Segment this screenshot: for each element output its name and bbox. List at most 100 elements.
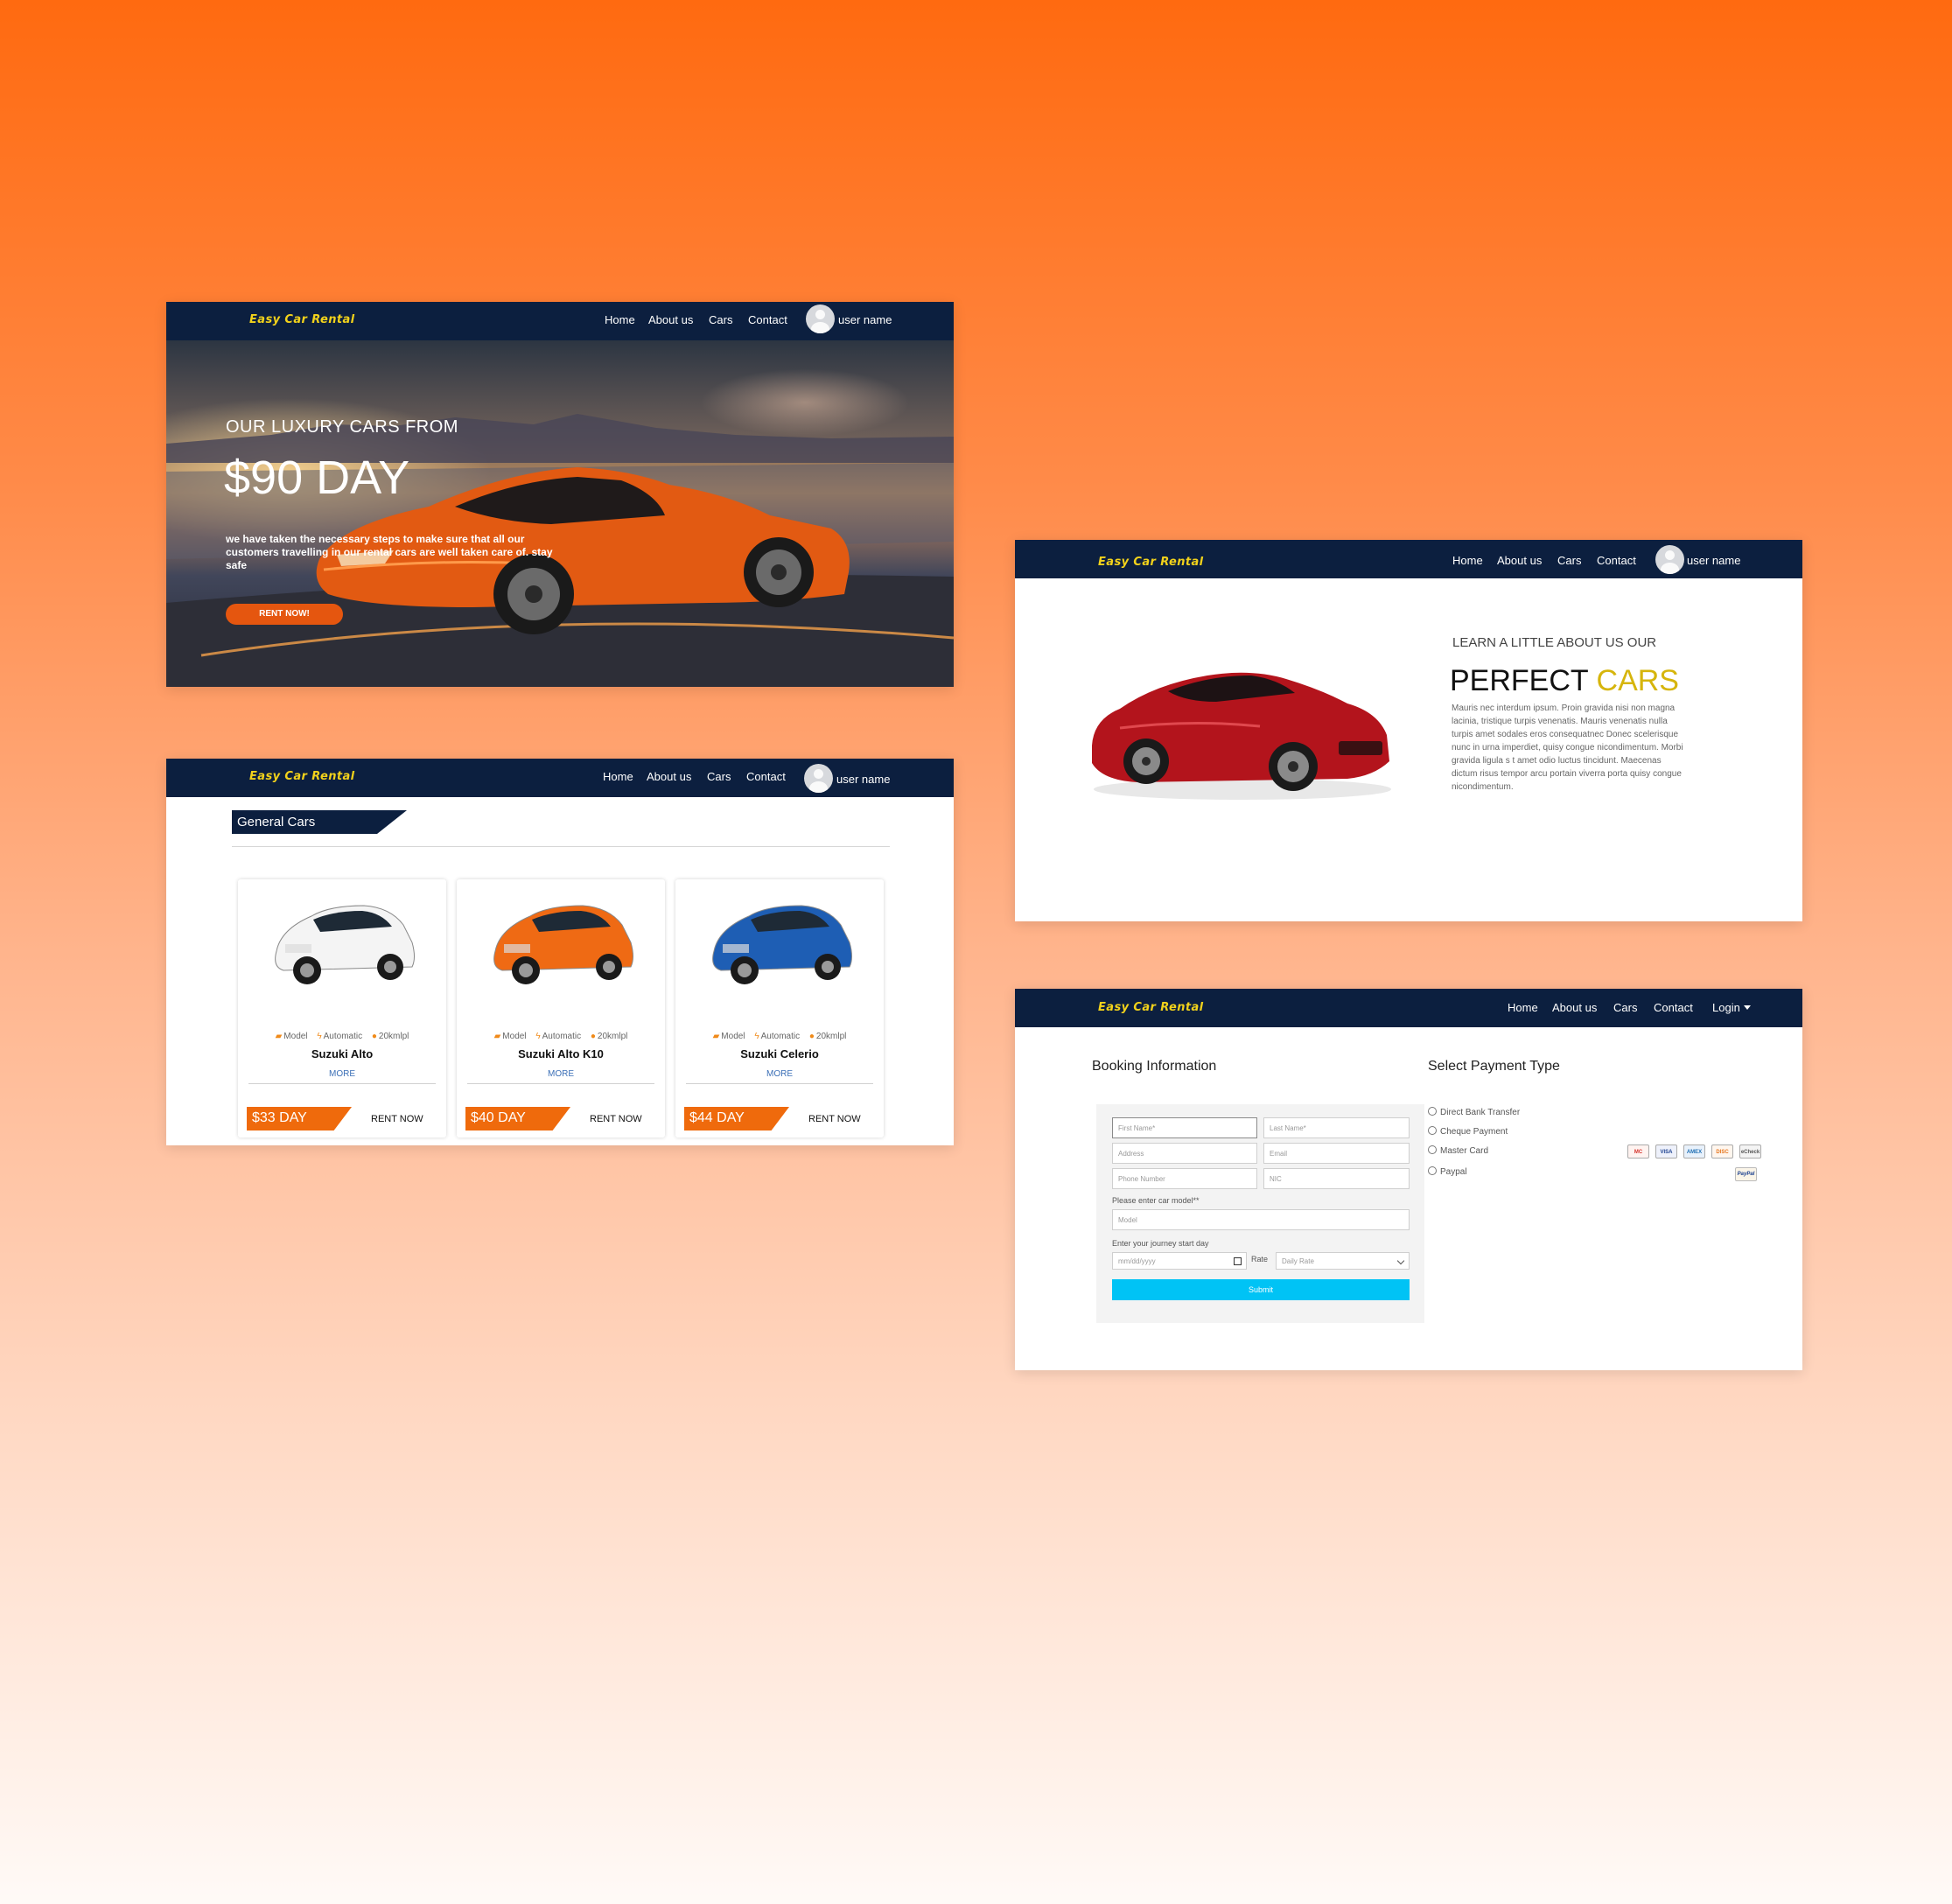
car-card[interactable]: ▰ Model ϟ Automatic ● 20kmlpl Suzuki Alto K… [457,879,665,1138]
nav-about[interactable]: About us [1552,1001,1597,1014]
model-label: Please enter car model** [1112,1196,1200,1205]
phone-field[interactable]: Phone Number [1112,1168,1257,1189]
more-link[interactable]: MORE [675,1069,884,1079]
car-name: Suzuki Alto K10 [518,1047,604,1060]
calendar-icon[interactable] [1234,1257,1242,1265]
radio-icon[interactable] [1428,1145,1437,1154]
payment-option[interactable]: Master Card [1428,1145,1488,1156]
model-field[interactable]: Model [1112,1209,1410,1230]
about-text: Mauris nec interdum ipsum. Proin gravida… [1452,704,1683,792]
nic-field[interactable]: NIC [1263,1168,1410,1189]
about-title-accent: CARS [1596,664,1679,697]
radio-icon[interactable] [1428,1126,1437,1135]
user-name[interactable]: user name [1687,554,1740,567]
nav-contact[interactable]: Contact [1654,1001,1693,1014]
rent-now-button[interactable]: RENT NOW! [226,604,343,625]
booking-form: First Name* Last Name* Address Email Pho… [1096,1104,1424,1323]
divider [686,1083,873,1084]
car-name: Suzuki Celerio [740,1047,819,1060]
user-name[interactable]: user name [838,313,892,326]
nav-cars[interactable]: Cars [707,770,731,783]
car-icon: ▰ [275,1032,283,1041]
brand-logo[interactable]: Easy Car Rental [249,770,355,783]
nav-home[interactable]: Home [1508,1001,1538,1014]
payment-title: Select Payment Type [1428,1059,1560,1074]
payment-option-label: Direct Bank Transfer [1440,1108,1521,1117]
section-title: General Cars [237,815,316,830]
about-pretitle: LEARN A LITTLE ABOUT US OUR [1452,635,1657,650]
car-icon: ▰ [493,1032,501,1041]
hero-scene [166,414,954,687]
brand-logo[interactable]: Easy Car Rental [1098,1001,1204,1014]
brand-logo[interactable]: Easy Car Rental [1098,556,1204,569]
bolt-icon: ϟ [754,1032,759,1041]
discover-icon: DISC [1711,1144,1733,1158]
about-screen: Easy Car Rental Home About us Cars Conta… [1015,540,1802,921]
payment-option-label: Master Card [1440,1146,1489,1156]
spec-model: Model [502,1032,527,1041]
car-name: Suzuki Alto [311,1047,374,1060]
payment-option[interactable]: Direct Bank Transfer [1428,1107,1520,1117]
date-field[interactable]: mm/dd/yyyy [1112,1252,1247,1270]
divider [248,1083,436,1084]
payment-option[interactable]: Cheque Payment [1428,1126,1508,1137]
first-name-field[interactable]: First Name* [1112,1117,1257,1138]
fuel-icon: ● [371,1032,377,1041]
car-card[interactable]: ▰ Model ϟ Automatic ● 20kmlpl Suzuki Celeri… [675,879,884,1138]
nav-about[interactable]: About us [648,313,693,326]
payment-option[interactable]: Paypal [1428,1166,1467,1177]
fuel-icon: ● [808,1032,815,1041]
email-field[interactable]: Email [1263,1143,1410,1164]
nav-contact[interactable]: Contact [1597,554,1636,567]
echeck-icon: eCheck [1739,1144,1761,1158]
avatar-icon[interactable] [806,304,835,333]
user-name[interactable]: user name [836,773,890,786]
spec-mileage: 20kmlpl [597,1032,628,1041]
divider [232,846,890,847]
rent-now-button[interactable]: RENT NOW [371,1114,423,1124]
avatar-icon[interactable] [804,764,833,793]
amex-icon: AMEX [1683,1144,1705,1158]
more-link[interactable]: MORE [457,1069,665,1079]
car-card[interactable]: ▰ Model ϟ Automatic ● 20kmlpl Suzuki Alto M… [238,879,446,1138]
nav-cars[interactable]: Cars [1613,1001,1637,1014]
brand-logo[interactable]: Easy Car Rental [249,313,355,326]
car-image [275,905,415,984]
login-dropdown[interactable]: Login [1712,1001,1751,1014]
submit-button[interactable]: Submit [1112,1279,1410,1300]
avatar-icon[interactable] [1655,545,1684,574]
last-name-field[interactable]: Last Name* [1263,1117,1410,1138]
bolt-icon: ϟ [317,1032,322,1041]
hero-price: $90 DAY [224,452,410,504]
radio-icon[interactable] [1428,1166,1437,1175]
nav-contact[interactable]: Contact [746,770,786,783]
address-field[interactable]: Address [1112,1143,1257,1164]
spec-transmission: Automatic [323,1032,363,1041]
nav-home[interactable]: Home [605,313,635,326]
navbar: Easy Car Rental Home About us Cars Conta… [1015,540,1802,578]
nav-contact[interactable]: Contact [748,313,787,326]
rent-now-button[interactable]: RENT NOW [808,1114,861,1124]
payment-option-label: Paypal [1440,1167,1467,1177]
nav-cars[interactable]: Cars [709,313,732,326]
divider [467,1083,654,1084]
rate-label: Rate [1251,1255,1269,1264]
hero-description: we have taken the necessary steps to mak… [226,533,553,571]
more-link[interactable]: MORE [238,1069,446,1079]
ferrari-image [1092,672,1391,800]
navbar: Easy Car Rental Home About us Cars Conta… [166,302,954,340]
caret-down-icon [1743,1005,1751,1010]
fuel-icon: ● [590,1032,596,1041]
nav-about[interactable]: About us [647,770,691,783]
rent-now-button[interactable]: RENT NOW [590,1114,642,1124]
rate-select[interactable]: Daily Rate [1276,1252,1410,1270]
nav-home[interactable]: Home [603,770,633,783]
radio-icon[interactable] [1428,1107,1437,1116]
booking-screen: Easy Car Rental Home About us Cars Conta… [1015,989,1802,1370]
nav-home[interactable]: Home [1452,554,1483,567]
nav-cars[interactable]: Cars [1557,554,1581,567]
spec-row: ▰ Model ϟ Automatic ● 20kmlpl [238,1032,446,1041]
date-label: Enter your journey start day [1112,1239,1209,1248]
nav-about[interactable]: About us [1497,554,1542,567]
about-title: PERFECT CARS [1450,664,1679,698]
